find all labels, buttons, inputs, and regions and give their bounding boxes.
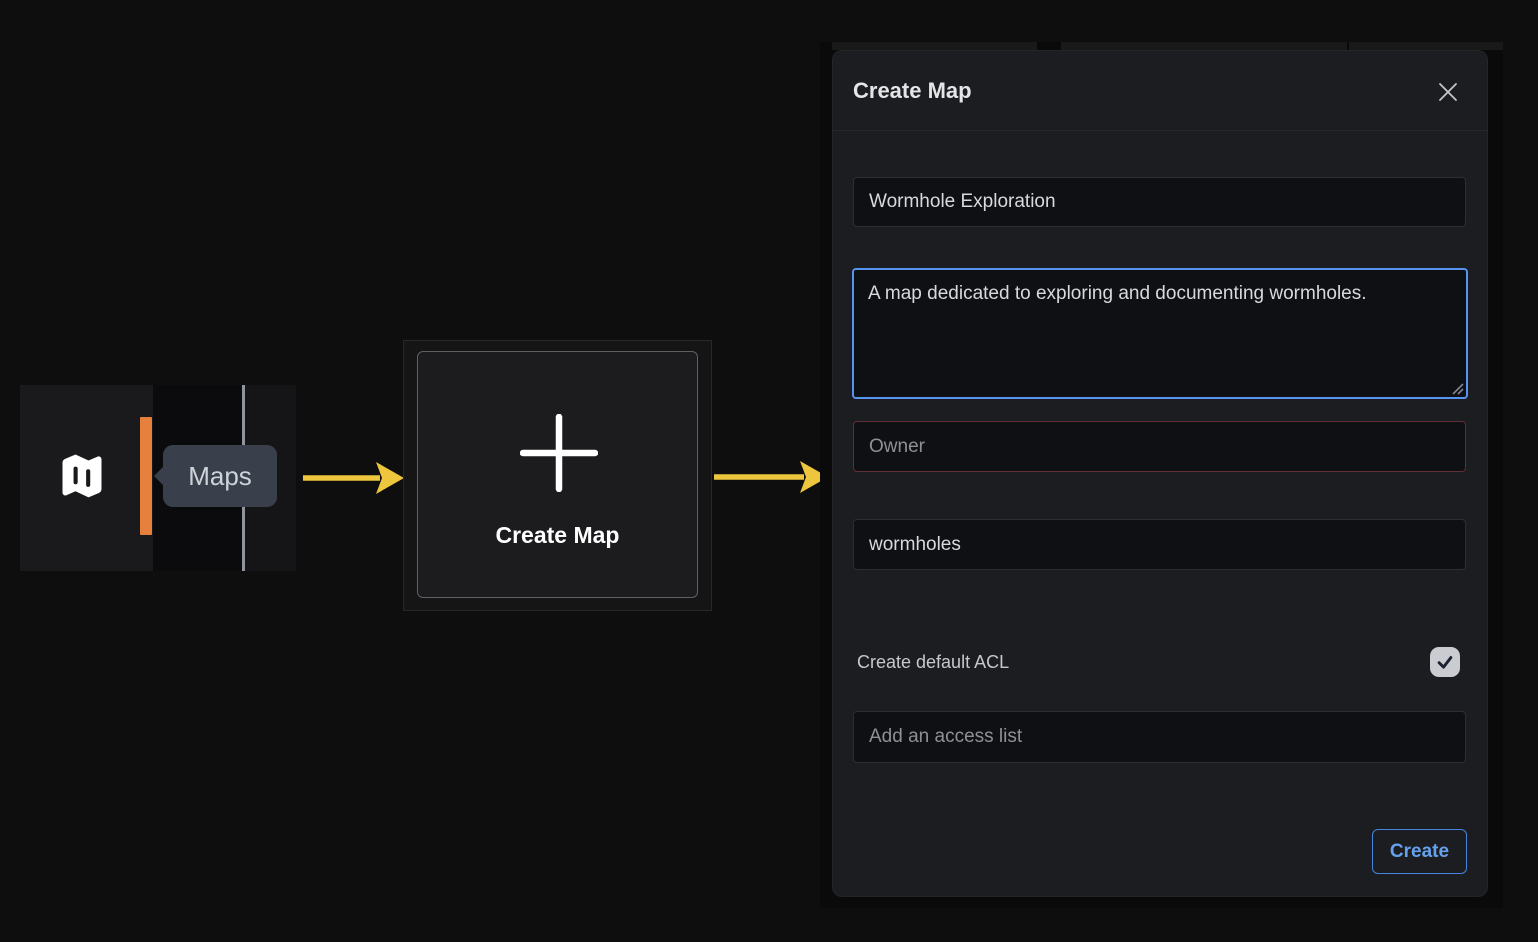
acl-row: Create default ACL bbox=[857, 647, 1460, 677]
maps-tooltip-label: Maps bbox=[188, 461, 252, 492]
maps-list-panel: Create Map bbox=[403, 340, 712, 611]
owner-input[interactable] bbox=[853, 421, 1466, 472]
create-map-modal: Create Map A map dedicated to exploring … bbox=[832, 50, 1488, 897]
checkmark-icon bbox=[1434, 651, 1456, 673]
flow-arrow-1 bbox=[298, 458, 408, 498]
modal-backdrop-panel: Create Map A map dedicated to exploring … bbox=[820, 42, 1503, 908]
maps-nav-item[interactable] bbox=[56, 448, 108, 506]
active-nav-indicator bbox=[140, 417, 152, 535]
create-map-card-label: Create Map bbox=[418, 522, 697, 549]
tooltip-arrow bbox=[154, 466, 164, 486]
map-name-input[interactable] bbox=[853, 177, 1466, 227]
access-list-input[interactable] bbox=[853, 711, 1466, 763]
close-icon[interactable] bbox=[1436, 80, 1460, 104]
background-tabs-strip bbox=[832, 42, 1503, 50]
acl-checkbox[interactable] bbox=[1430, 647, 1460, 677]
map-description-textarea[interactable]: A map dedicated to exploring and documen… bbox=[852, 268, 1468, 399]
background-tab-gap bbox=[1037, 42, 1061, 50]
tag-input[interactable] bbox=[853, 519, 1466, 570]
acl-label: Create default ACL bbox=[857, 652, 1009, 673]
create-button[interactable]: Create bbox=[1372, 829, 1467, 874]
modal-header: Create Map bbox=[833, 51, 1487, 131]
textarea-resize-handle[interactable] bbox=[1450, 381, 1464, 395]
modal-title: Create Map bbox=[853, 51, 972, 131]
flow-arrow-2 bbox=[710, 457, 832, 497]
plus-icon bbox=[520, 414, 598, 492]
background-tab-divider bbox=[1347, 42, 1349, 50]
map-icon bbox=[56, 448, 108, 506]
create-map-card[interactable]: Create Map bbox=[417, 351, 698, 598]
maps-tooltip: Maps bbox=[163, 445, 277, 507]
sidebar-snippet: Maps bbox=[20, 385, 296, 571]
